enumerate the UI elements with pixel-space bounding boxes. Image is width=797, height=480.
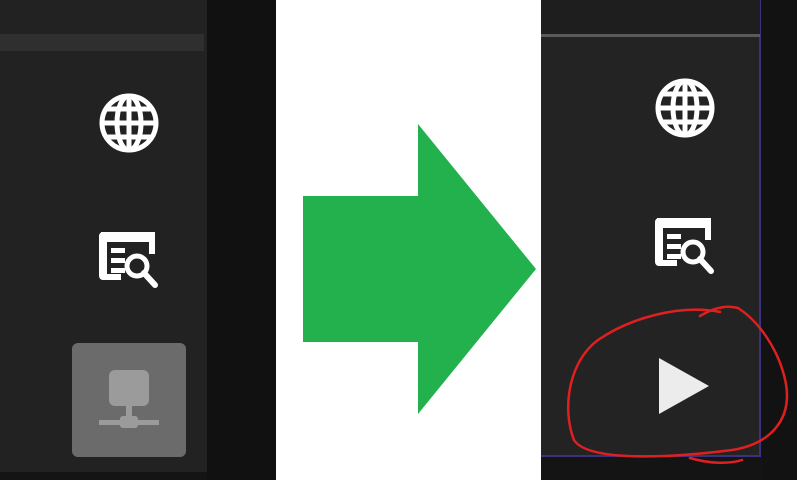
search-document-icon[interactable] <box>97 228 161 290</box>
highlight-circle <box>560 300 797 475</box>
search-document-icon[interactable] <box>653 214 717 276</box>
after-top-bar <box>541 0 760 34</box>
before-top-bar <box>0 34 204 51</box>
after-divider <box>541 34 760 37</box>
arrow-right-icon <box>300 120 540 418</box>
globe-icon[interactable] <box>98 92 160 154</box>
globe-icon[interactable] <box>654 77 716 139</box>
before-gap <box>207 0 276 480</box>
network-icon[interactable] <box>96 367 162 433</box>
